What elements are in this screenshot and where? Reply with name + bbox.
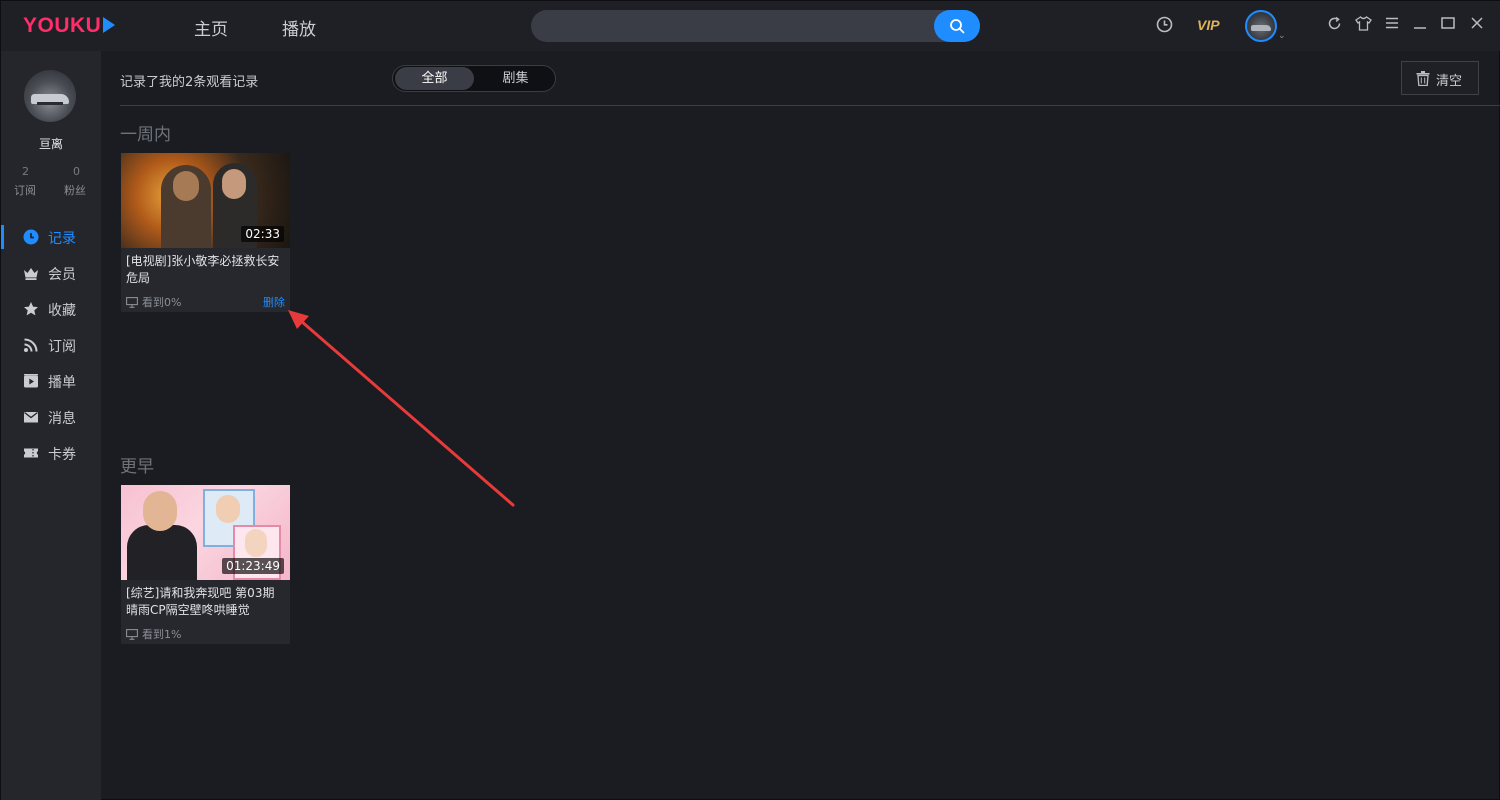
duration-badge: 01:23:49 (222, 558, 284, 574)
nav-play[interactable]: 播放 (282, 15, 316, 40)
sidebar-item-label: 订阅 (48, 339, 76, 355)
history-content: 记录了我的2条观看记录 全部 剧集 清空 一周内 02:33 [电视剧]张小敬李… (101, 51, 1500, 800)
sidebar-item-label: 消息 (48, 411, 76, 427)
sidebar-item-messages[interactable]: 消息 (1, 399, 101, 435)
avatar[interactable] (1245, 10, 1277, 42)
search-button[interactable] (934, 10, 980, 42)
rss-icon (24, 338, 38, 352)
vip-button[interactable]: VIP (1197, 17, 1220, 33)
sidebar-item-label: 卡券 (48, 447, 76, 463)
monitor-icon (126, 297, 138, 308)
sidebar-item-history[interactable]: 记录 (1, 219, 101, 255)
sidebar-item-favorites[interactable]: 收藏 (1, 291, 101, 327)
car-icon (31, 94, 69, 105)
sidebar-item-label: 会员 (48, 267, 76, 283)
youku-window: YOUKU 主页 播放 VIP ⌄ 亘离 2 订阅 0 粉丝 记录 会员 收藏 … (0, 0, 1500, 800)
section-title-earlier: 更早 (120, 457, 154, 477)
maximize-icon[interactable] (1441, 16, 1455, 30)
username[interactable]: 亘离 (1, 135, 101, 152)
sidebar-item-membership[interactable]: 会员 (1, 255, 101, 291)
menu-icon[interactable] (1385, 16, 1399, 30)
sidebar-item-playlists[interactable]: 播单 (1, 363, 101, 399)
mail-icon (24, 411, 38, 423)
history-icon[interactable] (1156, 16, 1173, 33)
subscriptions-count[interactable]: 2 (22, 165, 29, 178)
filter-episodes[interactable]: 剧集 (476, 66, 555, 91)
section-title-this-week: 一周内 (120, 125, 171, 145)
crown-icon (24, 268, 38, 280)
video-thumbnail[interactable]: 02:33 (121, 153, 290, 248)
close-icon[interactable] (1470, 16, 1484, 30)
playlist-icon (24, 374, 38, 388)
youku-logo[interactable]: YOUKU (23, 14, 116, 38)
profile-avatar[interactable] (24, 70, 76, 122)
clear-history-button[interactable]: 清空 (1401, 61, 1479, 95)
video-title[interactable]: [综艺]请和我奔现吧 第03期 晴雨CP隔空壁咚哄睡觉 (126, 585, 286, 619)
skin-icon[interactable] (1355, 16, 1372, 31)
sidebar-item-label: 播单 (48, 375, 76, 391)
followers-label[interactable]: 粉丝 (64, 182, 86, 198)
refresh-icon[interactable] (1327, 16, 1342, 31)
star-icon (24, 302, 38, 316)
history-card[interactable]: 01:23:49 [综艺]请和我奔现吧 第03期 晴雨CP隔空壁咚哄睡觉 看到1… (121, 485, 290, 644)
watch-progress: 看到1% (126, 626, 181, 642)
car-icon (1251, 25, 1271, 31)
nav-home[interactable]: 主页 (194, 15, 228, 40)
clear-label: 清空 (1436, 74, 1463, 89)
trash-icon (1416, 71, 1430, 86)
records-summary: 记录了我的2条观看记录 (120, 75, 259, 90)
sidebar-item-label: 记录 (48, 231, 76, 247)
ticket-icon (24, 448, 38, 458)
header-divider (120, 105, 1500, 106)
delete-record-button[interactable]: 删除 (263, 294, 285, 310)
search-icon (950, 19, 965, 34)
sidebar-item-coupons[interactable]: 卡券 (1, 435, 101, 471)
duration-badge: 02:33 (241, 226, 284, 242)
top-bar: YOUKU 主页 播放 VIP ⌄ (1, 1, 1500, 51)
subscriptions-label[interactable]: 订阅 (14, 182, 36, 198)
chevron-down-icon[interactable]: ⌄ (1278, 31, 1286, 41)
monitor-icon (126, 629, 138, 640)
sidebar-item-label: 收藏 (48, 303, 76, 319)
sidebar-item-subscriptions[interactable]: 订阅 (1, 327, 101, 363)
video-title[interactable]: [电视剧]张小敬李必拯救长安危局 (126, 253, 286, 287)
watch-progress: 看到0% (126, 294, 181, 310)
search-box (531, 10, 980, 42)
history-card[interactable]: 02:33 [电视剧]张小敬李必拯救长安危局 看到0% 删除 (121, 153, 290, 312)
filter-all[interactable]: 全部 (395, 67, 474, 90)
minimize-icon[interactable] (1413, 16, 1427, 30)
search-input[interactable] (545, 16, 935, 36)
clock-icon (23, 229, 39, 245)
followers-count[interactable]: 0 (73, 165, 80, 178)
video-thumbnail[interactable]: 01:23:49 (121, 485, 290, 580)
filter-toggle: 全部 剧集 (392, 65, 556, 92)
logo-play-icon (103, 17, 116, 33)
sidebar: 亘离 2 订阅 0 粉丝 记录 会员 收藏 订阅 播单 消息 卡券 (1, 51, 101, 800)
